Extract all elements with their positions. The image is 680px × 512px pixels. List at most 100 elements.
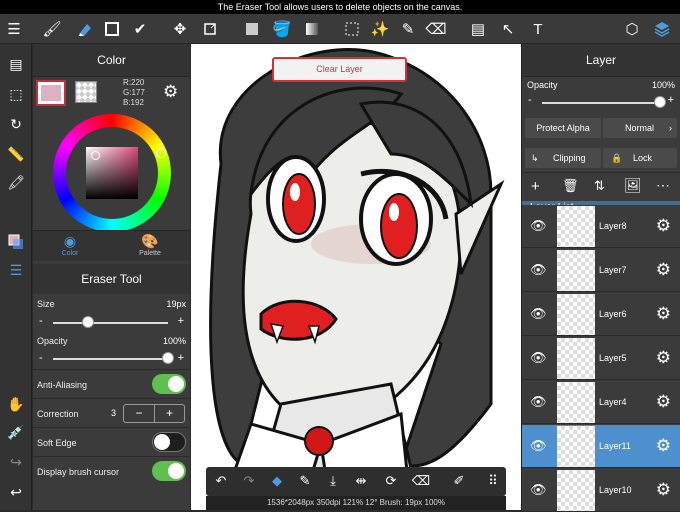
foreground-color-swatch[interactable] bbox=[36, 80, 66, 106]
correction-minus-button[interactable]: − bbox=[124, 405, 155, 422]
select-eraser-icon[interactable]: ⌫ bbox=[424, 17, 448, 41]
layer-row[interactable]: 👁 Layer6 ⚙ bbox=[522, 293, 680, 336]
layer-row[interactable]: 👁 Layer8 ⚙ bbox=[522, 205, 680, 248]
magic-wand-icon[interactable]: ✨ bbox=[368, 17, 392, 41]
color-picker-cursor[interactable] bbox=[91, 151, 100, 160]
layer-opacity-plus-icon[interactable]: + bbox=[668, 94, 674, 106]
eraser-quick-icon[interactable]: ◆ bbox=[266, 470, 288, 492]
layer-row[interactable]: 👁 Layer5 ⚙ bbox=[522, 337, 680, 380]
rgb-readout: R:220 G:177 B:192 bbox=[123, 78, 145, 108]
display-cursor-toggle[interactable] bbox=[152, 461, 186, 481]
clear-layer-button[interactable]: Clear Layer bbox=[272, 57, 407, 82]
ruler-icon[interactable]: 📏 bbox=[4, 142, 28, 166]
visibility-eye-icon[interactable]: 👁 bbox=[530, 218, 547, 234]
edit-quick-icon[interactable]: ✐ bbox=[448, 470, 470, 492]
background-color-swatch[interactable] bbox=[75, 81, 97, 103]
rotate-icon[interactable]: ↻ bbox=[4, 112, 28, 136]
layer-list-icon[interactable]: ☰ bbox=[4, 258, 28, 282]
anti-aliasing-toggle[interactable] bbox=[152, 374, 186, 394]
menu-icon[interactable]: ☰ bbox=[2, 17, 26, 41]
color-panel-icon[interactable] bbox=[4, 230, 28, 254]
color-settings-gear-icon[interactable]: ⚙ bbox=[163, 82, 178, 102]
selection-layer-icon[interactable]: ⬚ bbox=[4, 82, 28, 106]
bucket-tool-icon[interactable]: 🪣 bbox=[270, 17, 294, 41]
layer-opacity-slider-track[interactable] bbox=[542, 102, 660, 104]
visibility-eye-icon[interactable]: 👁 bbox=[530, 482, 547, 498]
eraser-tool-icon[interactable] bbox=[72, 17, 96, 41]
import-image-icon[interactable]: 🖼 bbox=[624, 177, 642, 194]
transform-tool-icon[interactable] bbox=[198, 17, 222, 41]
clear-selection-icon[interactable]: ⌫ bbox=[410, 470, 432, 492]
operation-tool-icon[interactable]: ↖ bbox=[496, 17, 520, 41]
layer-settings-gear-icon[interactable]: ⚙ bbox=[656, 392, 671, 412]
document-icon[interactable]: ▤ bbox=[4, 52, 28, 76]
tab-palette[interactable]: 🎨 Palette bbox=[135, 233, 165, 257]
layer-row[interactable]: 👁 Layer7 ⚙ bbox=[522, 249, 680, 292]
move-layer-icon[interactable]: ⇅ bbox=[594, 178, 605, 194]
fill-color-icon[interactable] bbox=[240, 17, 264, 41]
visibility-eye-icon[interactable]: 👁 bbox=[530, 438, 547, 454]
save-download-icon[interactable]: ⤓ bbox=[322, 470, 344, 492]
hand-tool-icon[interactable]: ✋ bbox=[4, 392, 28, 416]
tab-color[interactable]: ◉ Color bbox=[55, 233, 85, 257]
lasso-tool-icon[interactable]: ✔ bbox=[128, 17, 152, 41]
more-options-icon[interactable]: ⋯ bbox=[656, 177, 670, 194]
text-tool-icon[interactable]: T bbox=[526, 17, 550, 41]
visibility-eye-icon[interactable]: 👁 bbox=[530, 394, 547, 410]
visibility-eye-icon[interactable]: 👁 bbox=[530, 306, 547, 322]
eyedropper-icon[interactable]: 💉 bbox=[4, 420, 28, 444]
undo-arrow-icon[interactable]: ↶ bbox=[210, 470, 232, 492]
opacity-minus-icon[interactable]: - bbox=[39, 352, 43, 364]
layer-opacity-minus-icon[interactable]: - bbox=[528, 94, 532, 106]
layer-row[interactable]: 👁 Layer10 ⚙ bbox=[522, 469, 680, 512]
tab-color-label: Color bbox=[61, 250, 79, 257]
flip-horizontal-icon[interactable]: ⇹ bbox=[350, 470, 372, 492]
gradient-tool-icon[interactable] bbox=[300, 17, 324, 41]
layer-row[interactable]: 👁 Layer11 ⚙ bbox=[522, 425, 680, 468]
add-layer-icon[interactable]: + bbox=[531, 178, 540, 195]
brush-settings-icon[interactable]: 🖍 bbox=[4, 170, 28, 194]
lock-button[interactable]: 🔒 Lock bbox=[603, 148, 677, 168]
opacity-plus-icon[interactable]: + bbox=[178, 352, 184, 364]
layer-settings-gear-icon[interactable]: ⚙ bbox=[656, 260, 671, 280]
frame-divider-icon[interactable]: ▤ bbox=[466, 17, 490, 41]
blend-mode-select[interactable]: Normal › bbox=[603, 118, 677, 138]
rotate-canvas-icon[interactable]: ⟳ bbox=[380, 470, 402, 492]
opacity-slider-knob[interactable] bbox=[162, 352, 174, 364]
opacity-slider-track[interactable] bbox=[53, 358, 168, 360]
color-wheel[interactable] bbox=[53, 114, 171, 232]
brush-tool-icon[interactable]: 🖌 bbox=[40, 17, 64, 41]
layer-settings-gear-icon[interactable]: ⚙ bbox=[656, 436, 671, 456]
drawing-canvas[interactable]: Clear Layer bbox=[191, 44, 521, 510]
layers-icon[interactable] bbox=[650, 17, 674, 41]
3d-material-icon[interactable]: ⬡ bbox=[620, 17, 644, 41]
pen-quick-icon[interactable]: ✎ bbox=[294, 470, 316, 492]
shape-tool-icon[interactable] bbox=[100, 17, 124, 41]
visibility-eye-icon[interactable]: 👁 bbox=[530, 350, 547, 366]
layer-name: Layer7 bbox=[599, 265, 627, 275]
layer-settings-gear-icon[interactable]: ⚙ bbox=[656, 216, 671, 236]
grip-dots-icon[interactable]: ⠿ bbox=[482, 470, 504, 492]
size-plus-icon[interactable]: + bbox=[178, 315, 184, 327]
layer-settings-gear-icon[interactable]: ⚙ bbox=[656, 480, 671, 500]
layer-row[interactable]: 👁 Layer4 ⚙ bbox=[522, 381, 680, 424]
redo-icon[interactable]: ↪ bbox=[4, 450, 28, 474]
size-slider-knob[interactable] bbox=[81, 316, 94, 328]
undo-icon[interactable]: ↩ bbox=[4, 480, 28, 504]
size-slider-track[interactable] bbox=[53, 322, 168, 324]
redo-arrow-icon[interactable]: ↷ bbox=[238, 470, 260, 492]
move-tool-icon[interactable]: ✥ bbox=[168, 17, 192, 41]
layer-opacity-slider-knob[interactable] bbox=[654, 96, 666, 108]
visibility-eye-icon[interactable]: 👁 bbox=[530, 262, 547, 278]
soft-edge-toggle[interactable] bbox=[152, 432, 186, 452]
correction-plus-button[interactable]: + bbox=[155, 405, 184, 422]
layer-settings-gear-icon[interactable]: ⚙ bbox=[656, 304, 671, 324]
delete-layer-icon[interactable]: 🗑 bbox=[562, 178, 579, 194]
size-minus-icon[interactable]: - bbox=[39, 315, 43, 327]
select-tool-icon[interactable] bbox=[340, 17, 364, 41]
clipping-button[interactable]: ↳ Clipping bbox=[525, 148, 601, 168]
select-pen-icon[interactable]: ✎ bbox=[396, 17, 420, 41]
layer-settings-gear-icon[interactable]: ⚙ bbox=[656, 348, 671, 368]
protect-alpha-button[interactable]: Protect Alpha bbox=[525, 118, 601, 138]
hue-picker-cursor[interactable] bbox=[156, 148, 166, 158]
